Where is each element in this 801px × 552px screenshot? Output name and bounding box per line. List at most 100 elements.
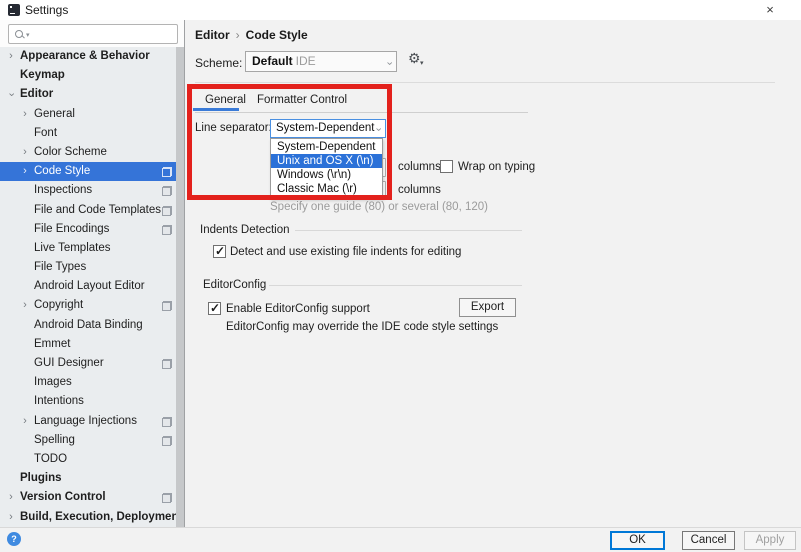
sidebar-item-label: Inspections [34,181,92,200]
sidebar-item-label: Version Control [20,488,106,507]
sidebar-item-label: Code Style [34,162,90,181]
footer: ? OK Cancel Apply [0,527,801,552]
chevron-right-icon[interactable]: › [19,143,31,162]
window-title: Settings [25,3,68,17]
sidebar-item-label: Color Scheme [34,143,107,162]
sidebar-scrollbar[interactable] [176,47,184,527]
enable-editorconfig-label[interactable]: Enable EditorConfig support [226,303,370,315]
sidebar-item-label: Appearance & Behavior [20,47,150,66]
wrap-on-typing-checkbox[interactable] [440,160,453,173]
enable-editorconfig-checkbox[interactable] [208,302,221,315]
chevron-right-icon[interactable]: › [19,105,31,124]
cancel-button[interactable]: Cancel [682,531,735,550]
sidebar-item-live-templates[interactable]: Live Templates [0,239,184,258]
breadcrumb: Editor›Code Style [195,28,308,42]
override-settings-icon [162,225,172,235]
wrap-on-typing-label[interactable]: Wrap on typing [458,161,535,173]
chevron-right-icon[interactable]: › [19,412,31,431]
scheme-label: Scheme: [195,56,242,70]
sidebar-item-android-data-binding[interactable]: Android Data Binding [0,316,184,335]
dropdown-option-unix-and-os-x-n[interactable]: Unix and OS X (\n) [271,154,382,168]
divider [295,230,522,231]
dropdown-option-windows-r-n[interactable]: Windows (\r\n) [271,168,382,182]
sidebar-item-language-injections[interactable]: ›Language Injections [0,412,184,431]
sidebar-item-appearance-behavior[interactable]: ›Appearance & Behavior [0,47,184,66]
chevron-right-icon[interactable]: › [5,47,17,66]
search-input[interactable]: ▾ [8,24,178,44]
editorconfig-title: EditorConfig [203,279,266,291]
gear-icon: ⚙ [408,50,421,67]
sidebar-item-intentions[interactable]: Intentions [0,392,184,411]
scheme-value: Default [252,54,293,68]
ok-button[interactable]: OK [610,531,665,550]
editorconfig-note: EditorConfig may override the IDE code s… [226,321,498,333]
sidebar-item-label: Font [34,124,57,143]
divider [195,82,775,83]
sidebar-item-label: Editor [20,85,53,104]
search-options-caret-icon[interactable]: ▾ [26,31,30,39]
override-settings-icon [162,186,172,196]
help-button[interactable]: ? [7,532,21,546]
line-separator-dropdown[interactable]: System-Dependent › [270,119,386,138]
sidebar-item-inspections[interactable]: Inspections [0,181,184,200]
sidebar-item-label: Spelling [34,431,75,450]
chevron-right-icon[interactable]: › [5,508,17,527]
active-tab-underline [193,108,239,111]
sidebar-item-label: TODO [34,450,67,469]
sidebar-item-label: Live Templates [34,239,111,258]
tab-general[interactable]: General [205,94,246,106]
search-icon [15,30,23,38]
breadcrumb-section[interactable]: Editor [195,28,230,42]
scrollbar-thumb[interactable] [176,47,184,527]
chevron-down-icon: › [370,128,387,132]
sidebar-item-color-scheme[interactable]: ›Color Scheme [0,143,184,162]
detect-indents-checkbox[interactable] [213,245,226,258]
chevron-right-icon[interactable]: › [19,162,31,181]
tab-formatter-control[interactable]: Formatter Control [257,94,347,106]
sidebar-item-file-encodings[interactable]: File Encodings [0,220,184,239]
sidebar-item-todo[interactable]: TODO [0,450,184,469]
sidebar-item-emmet[interactable]: Emmet [0,335,184,354]
sidebar-item-file-types[interactable]: File Types [0,258,184,277]
hard-wrap-columns-label: columns [398,161,441,173]
settings-tree: ›Appearance & BehaviorKeymap›Editor›Gene… [0,47,184,527]
sidebar-item-code-style[interactable]: ›Code Style [0,162,184,181]
override-settings-icon [162,359,172,369]
chevron-right-icon[interactable]: › [19,296,31,315]
close-icon[interactable]: × [760,2,780,18]
sidebar-item-label: File Types [34,258,86,277]
main-panel: Editor›Code Style Scheme: DefaultIDE › ⚙… [185,20,801,527]
chevron-down-icon[interactable]: › [1,89,20,101]
sidebar-item-label: Build, Execution, Deployment [20,508,182,527]
sidebar-item-file-and-code-templates[interactable]: File and Code Templates [0,201,184,220]
sidebar-item-android-layout-editor[interactable]: Android Layout Editor [0,277,184,296]
sidebar-item-plugins[interactable]: Plugins [0,469,184,488]
sidebar-item-keymap[interactable]: Keymap [0,66,184,85]
scheme-gear-button[interactable]: ⚙▾ [408,50,428,70]
sidebar-item-font[interactable]: Font [0,124,184,143]
detect-indents-label[interactable]: Detect and use existing file indents for… [230,246,461,258]
sidebar-item-label: GUI Designer [34,354,104,373]
sidebar-item-version-control[interactable]: ›Version Control [0,488,184,507]
scheme-dropdown[interactable]: DefaultIDE › [245,51,397,72]
dropdown-option-classic-mac-r[interactable]: Classic Mac (\r) [271,182,382,196]
sidebar-item-label: Plugins [20,469,62,488]
sidebar-item-editor[interactable]: ›Editor [0,85,184,104]
sidebar-item-label: File Encodings [34,220,109,239]
chevron-right-icon[interactable]: › [5,488,17,507]
export-button[interactable]: Export [459,298,516,317]
indents-detection-title: Indents Detection [200,224,290,236]
line-separator-value: System-Dependent [276,122,374,134]
sidebar-item-gui-designer[interactable]: GUI Designer [0,354,184,373]
sidebar-item-spelling[interactable]: Spelling [0,431,184,450]
sidebar-item-build-execution-deployment[interactable]: ›Build, Execution, Deployment [0,508,184,527]
dropdown-option-system-dependent[interactable]: System-Dependent [271,140,382,154]
sidebar-item-copyright[interactable]: ›Copyright [0,296,184,315]
breadcrumb-page: Code Style [246,28,308,42]
sidebar-item-images[interactable]: Images [0,373,184,392]
sidebar-item-general[interactable]: ›General [0,105,184,124]
titlebar: Settings × [0,0,801,20]
line-separator-popup: System-DependentUnix and OS X (\n)Window… [270,138,383,199]
line-separator-label: Line separator: [195,122,272,134]
visual-guides-columns-label: columns [398,184,441,196]
